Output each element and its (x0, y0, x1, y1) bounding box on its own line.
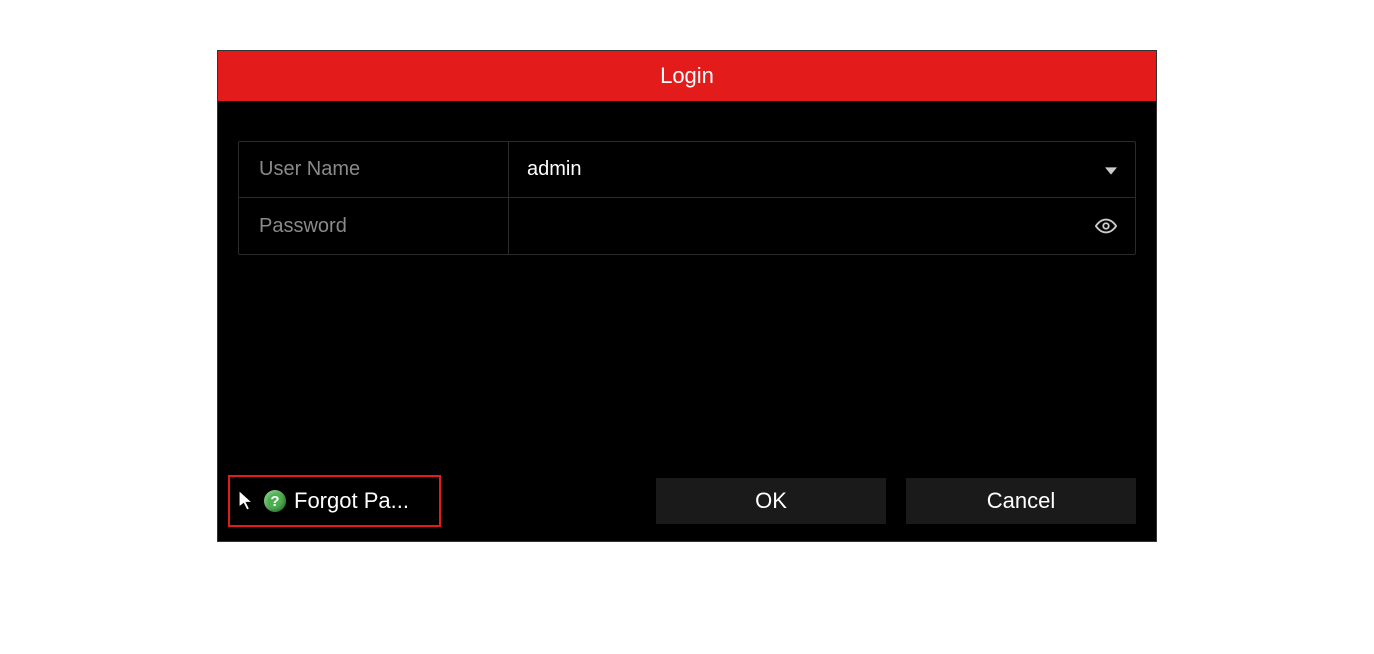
help-icon: ? (264, 490, 286, 512)
cursor-icon (238, 490, 256, 512)
ok-button[interactable]: OK (656, 478, 886, 524)
login-dialog: Login User Name admin Password (217, 50, 1157, 542)
password-label: Password (239, 198, 509, 254)
username-value: admin (527, 158, 581, 181)
eye-icon[interactable] (1095, 215, 1117, 237)
username-row: User Name admin (239, 142, 1135, 198)
form-table: User Name admin Password (238, 141, 1136, 255)
username-dropdown[interactable]: admin (509, 142, 1135, 197)
dialog-body: User Name admin Password (218, 101, 1156, 471)
password-row: Password (239, 198, 1135, 254)
forgot-password-button[interactable]: ? Forgot Pa... (228, 475, 441, 527)
dialog-footer: ? Forgot Pa... OK Cancel (218, 471, 1156, 541)
cancel-button[interactable]: Cancel (906, 478, 1136, 524)
dialog-title: Login (218, 51, 1156, 101)
username-label: User Name (239, 142, 509, 197)
password-input[interactable] (509, 198, 1135, 254)
chevron-down-icon (1105, 162, 1117, 178)
forgot-password-label: Forgot Pa... (294, 488, 409, 514)
